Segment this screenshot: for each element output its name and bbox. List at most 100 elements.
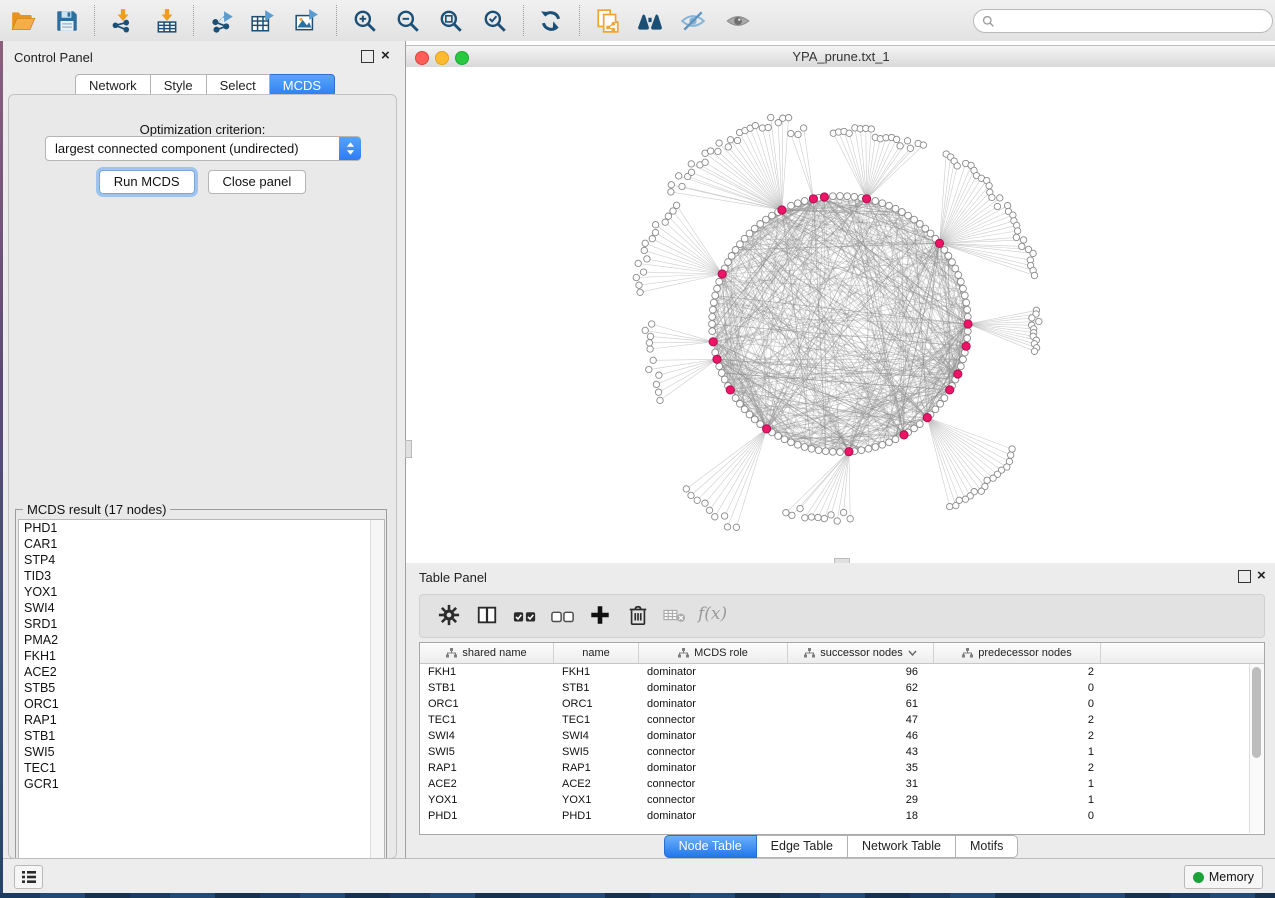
mcds-result-item[interactable]: PHD1 — [19, 520, 384, 536]
cell-successor_nodes[interactable]: 47 — [788, 712, 934, 728]
deselect-checkboxes-icon[interactable] — [551, 604, 575, 628]
memory-button[interactable]: Memory — [1184, 865, 1263, 889]
cell-successor_nodes[interactable]: 18 — [788, 808, 934, 824]
mcds-result-item[interactable]: GCR1 — [19, 776, 384, 792]
cell-name[interactable]: TEC1 — [554, 712, 639, 728]
zoom-selected-icon[interactable] — [482, 8, 508, 34]
column-header-name[interactable]: name — [554, 643, 639, 663]
tab-node-table[interactable]: Node Table — [664, 835, 757, 858]
cell-name[interactable]: SWI5 — [554, 744, 639, 760]
table-row[interactable]: SWI5SWI5connector431 — [420, 744, 1264, 760]
table-row[interactable]: RAP1RAP1dominator352 — [420, 760, 1264, 776]
import-table-icon[interactable] — [154, 8, 180, 34]
refresh-icon[interactable] — [538, 8, 564, 34]
cell-name[interactable]: RAP1 — [554, 760, 639, 776]
table-scrollbar[interactable] — [1249, 664, 1264, 833]
mcds-result-item[interactable]: STB1 — [19, 728, 384, 744]
cell-name[interactable]: STB1 — [554, 680, 639, 696]
mcds-result-item[interactable]: SWI4 — [19, 600, 384, 616]
cell-predecessor_nodes[interactable]: 1 — [934, 744, 1101, 760]
minimize-window-icon[interactable] — [435, 51, 449, 65]
show-all-eye-icon[interactable] — [725, 8, 751, 34]
cell-predecessor_nodes[interactable]: 2 — [934, 712, 1101, 728]
search-field[interactable] — [973, 9, 1273, 33]
mcds-result-item[interactable]: PMA2 — [19, 632, 384, 648]
table-row[interactable]: ORC1ORC1dominator610 — [420, 696, 1264, 712]
cell-name[interactable]: ACE2 — [554, 776, 639, 792]
tab-edge-table[interactable]: Edge Table — [757, 835, 848, 858]
mcds-result-item[interactable]: YOX1 — [19, 584, 384, 600]
tab-network-table[interactable]: Network Table — [848, 835, 956, 858]
network-window-titlebar[interactable]: YPA_prune.txt_1 — [406, 45, 1275, 68]
select-all-checkboxes-icon[interactable] — [513, 604, 537, 628]
mcds-result-item[interactable]: RAP1 — [19, 712, 384, 728]
cell-successor_nodes[interactable]: 35 — [788, 760, 934, 776]
vertical-splitter-handle[interactable] — [405, 440, 412, 458]
delete-column-trash-icon[interactable] — [627, 604, 651, 628]
float-table-panel-icon[interactable] — [1238, 570, 1251, 588]
export-image-icon[interactable] — [294, 8, 320, 34]
export-network-icon[interactable] — [210, 8, 236, 34]
table-scrollbar-thumb[interactable] — [1252, 667, 1261, 758]
float-panel-icon[interactable] — [361, 50, 374, 68]
cell-shared_name[interactable]: ORC1 — [420, 696, 554, 712]
mcds-result-item[interactable]: ACE2 — [19, 664, 384, 680]
column-header-predecessor-nodes[interactable]: predecessor nodes — [934, 643, 1101, 663]
close-panel-button[interactable]: Close panel — [208, 170, 307, 194]
zoom-in-icon[interactable] — [352, 8, 378, 34]
mcds-result-item[interactable]: ORC1 — [19, 696, 384, 712]
gear-icon[interactable] — [438, 604, 462, 628]
mcds-result-item[interactable]: TID3 — [19, 568, 384, 584]
import-network-icon[interactable] — [110, 8, 136, 34]
cell-successor_nodes[interactable]: 96 — [788, 664, 934, 680]
task-history-button[interactable] — [14, 865, 43, 889]
cell-mcds_role[interactable]: dominator — [639, 728, 788, 744]
cell-predecessor_nodes[interactable]: 2 — [934, 760, 1101, 776]
cell-mcds_role[interactable]: connector — [639, 744, 788, 760]
mcds-result-item[interactable]: SWI5 — [19, 744, 384, 760]
hide-selected-eye-icon[interactable] — [680, 8, 706, 34]
cell-shared_name[interactable]: SWI4 — [420, 728, 554, 744]
open-folder-icon[interactable] — [10, 8, 36, 34]
column-header-MCDS-role[interactable]: MCDS role — [639, 643, 788, 663]
mcds-result-item[interactable]: STB5 — [19, 680, 384, 696]
cell-shared_name[interactable]: SWI5 — [420, 744, 554, 760]
export-table-icon[interactable] — [250, 8, 276, 34]
search-input[interactable] — [1000, 13, 1272, 29]
cell-predecessor_nodes[interactable]: 2 — [934, 664, 1101, 680]
cell-shared_name[interactable]: RAP1 — [420, 760, 554, 776]
split-columns-icon[interactable] — [476, 604, 500, 628]
cell-shared_name[interactable]: PHD1 — [420, 808, 554, 824]
cell-mcds_role[interactable]: dominator — [639, 696, 788, 712]
cell-successor_nodes[interactable]: 31 — [788, 776, 934, 792]
cell-mcds_role[interactable]: dominator — [639, 664, 788, 680]
table-row[interactable]: SWI4SWI4dominator462 — [420, 728, 1264, 744]
cell-predecessor_nodes[interactable]: 2 — [934, 728, 1101, 744]
cell-predecessor_nodes[interactable]: 0 — [934, 680, 1101, 696]
run-mcds-button[interactable]: Run MCDS — [99, 170, 195, 194]
cell-shared_name[interactable]: TEC1 — [420, 712, 554, 728]
table-row[interactable]: TEC1TEC1connector472 — [420, 712, 1264, 728]
search-binoculars-icon[interactable] — [637, 8, 663, 34]
column-header-shared-name[interactable]: shared name — [420, 643, 554, 663]
copy-network-file-icon[interactable] — [595, 8, 621, 34]
cell-successor_nodes[interactable]: 43 — [788, 744, 934, 760]
cell-shared_name[interactable]: ACE2 — [420, 776, 554, 792]
cell-shared_name[interactable]: YOX1 — [420, 792, 554, 808]
cell-predecessor_nodes[interactable]: 1 — [934, 776, 1101, 792]
cell-mcds_role[interactable]: connector — [639, 792, 788, 808]
mcds-list-scrollbar[interactable] — [370, 520, 384, 876]
cell-predecessor_nodes[interactable]: 0 — [934, 696, 1101, 712]
mcds-result-list[interactable]: PHD1CAR1STP4TID3YOX1SWI4SRD1PMA2FKH1ACE2… — [18, 519, 385, 877]
cell-predecessor_nodes[interactable]: 0 — [934, 808, 1101, 824]
cell-shared_name[interactable]: STB1 — [420, 680, 554, 696]
save-icon[interactable] — [54, 8, 80, 34]
mcds-result-item[interactable]: CAR1 — [19, 536, 384, 552]
cell-mcds_role[interactable]: dominator — [639, 680, 788, 696]
cell-name[interactable]: ORC1 — [554, 696, 639, 712]
close-panel-icon[interactable]: × — [381, 50, 390, 61]
cell-mcds_role[interactable]: dominator — [639, 808, 788, 824]
cell-name[interactable]: FKH1 — [554, 664, 639, 680]
cell-mcds_role[interactable]: connector — [639, 776, 788, 792]
cell-mcds_role[interactable]: connector — [639, 712, 788, 728]
